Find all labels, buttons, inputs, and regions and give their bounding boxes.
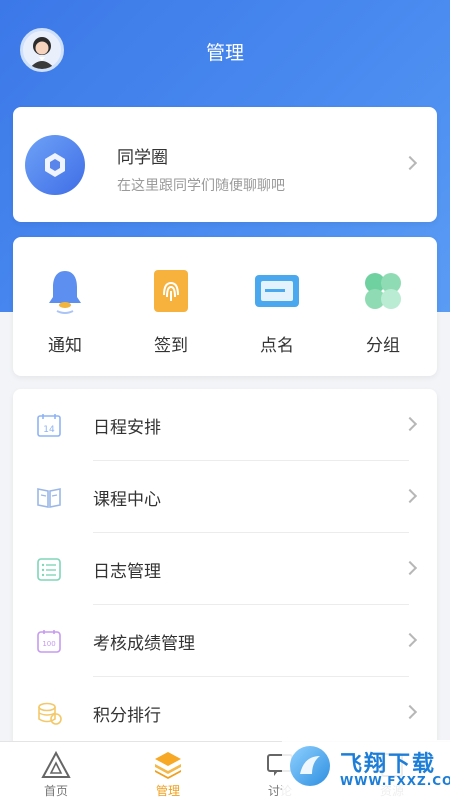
menu-item-schedule[interactable]: 14 日程安排 [13,389,437,461]
circle-subtitle: 在这里跟同学们随便聊聊吧 [117,178,285,194]
quick-actions-card: 通知 签到 点名 分组 [13,237,437,376]
quick-action-label: 分组 [366,336,400,356]
menu-item-label: 日志管理 [93,562,161,582]
watermark: 飞翔下载 WWW.FXXZ.COM [282,740,450,800]
group-clover-icon [357,265,409,317]
book-icon [35,483,63,511]
page-title: 管理 [205,42,244,64]
tab-manage[interactable]: 管理 [112,742,224,800]
chevron-right-icon [402,560,418,576]
classmates-circle-card[interactable]: 同学圈 在这里跟同学们随便聊聊吧 [13,107,437,222]
circle-hexagon-icon [25,135,85,195]
watermark-logo-icon [290,746,330,786]
quick-action-rollcall[interactable]: 点名 [237,265,317,356]
menu-item-label: 积分排行 [93,706,161,726]
watermark-url: WWW.FXXZ.COM [340,774,450,788]
circle-title: 同学圈 [117,148,168,168]
quick-action-label: 通知 [48,336,82,356]
menu-item-scores[interactable]: 100 考核成绩管理 [13,605,437,677]
tab-home[interactable]: 首页 [0,742,112,800]
menu-item-log[interactable]: 日志管理 [13,533,437,605]
triangle-home-icon [41,750,71,780]
coins-icon [35,699,63,727]
menu-item-points-ranking[interactable]: 积分排行 [13,677,437,749]
quick-action-notify[interactable]: 通知 [25,265,105,356]
layers-icon [153,750,183,780]
menu-item-courses[interactable]: 课程中心 [13,461,437,533]
tab-label: 首页 [43,784,68,798]
calendar-day-text: 14 [43,425,55,435]
chevron-right-icon [402,488,418,504]
menu-item-label: 日程安排 [93,418,161,438]
log-list-icon [35,555,63,583]
score-icon: 100 [35,627,63,655]
fingerprint-icon [145,265,197,317]
score-value-text: 100 [42,640,55,648]
menu-list: 14 日程安排 课程中心 日志管理 100 考核成绩管理 积分排行 [13,389,437,749]
menu-item-label: 课程中心 [93,490,161,510]
quick-action-group[interactable]: 分组 [343,265,423,356]
menu-item-label: 考核成绩管理 [93,634,195,654]
quick-action-signin[interactable]: 签到 [131,265,211,356]
calendar-icon: 14 [35,411,63,439]
chevron-right-icon [402,155,418,171]
chevron-right-icon [402,416,418,432]
chevron-right-icon [402,704,418,720]
chevron-right-icon [402,632,418,648]
quick-action-label: 点名 [260,336,294,356]
quick-action-label: 签到 [154,336,188,356]
tab-label: 管理 [155,784,180,798]
bell-icon [39,265,91,317]
roll-call-icon [251,265,303,317]
